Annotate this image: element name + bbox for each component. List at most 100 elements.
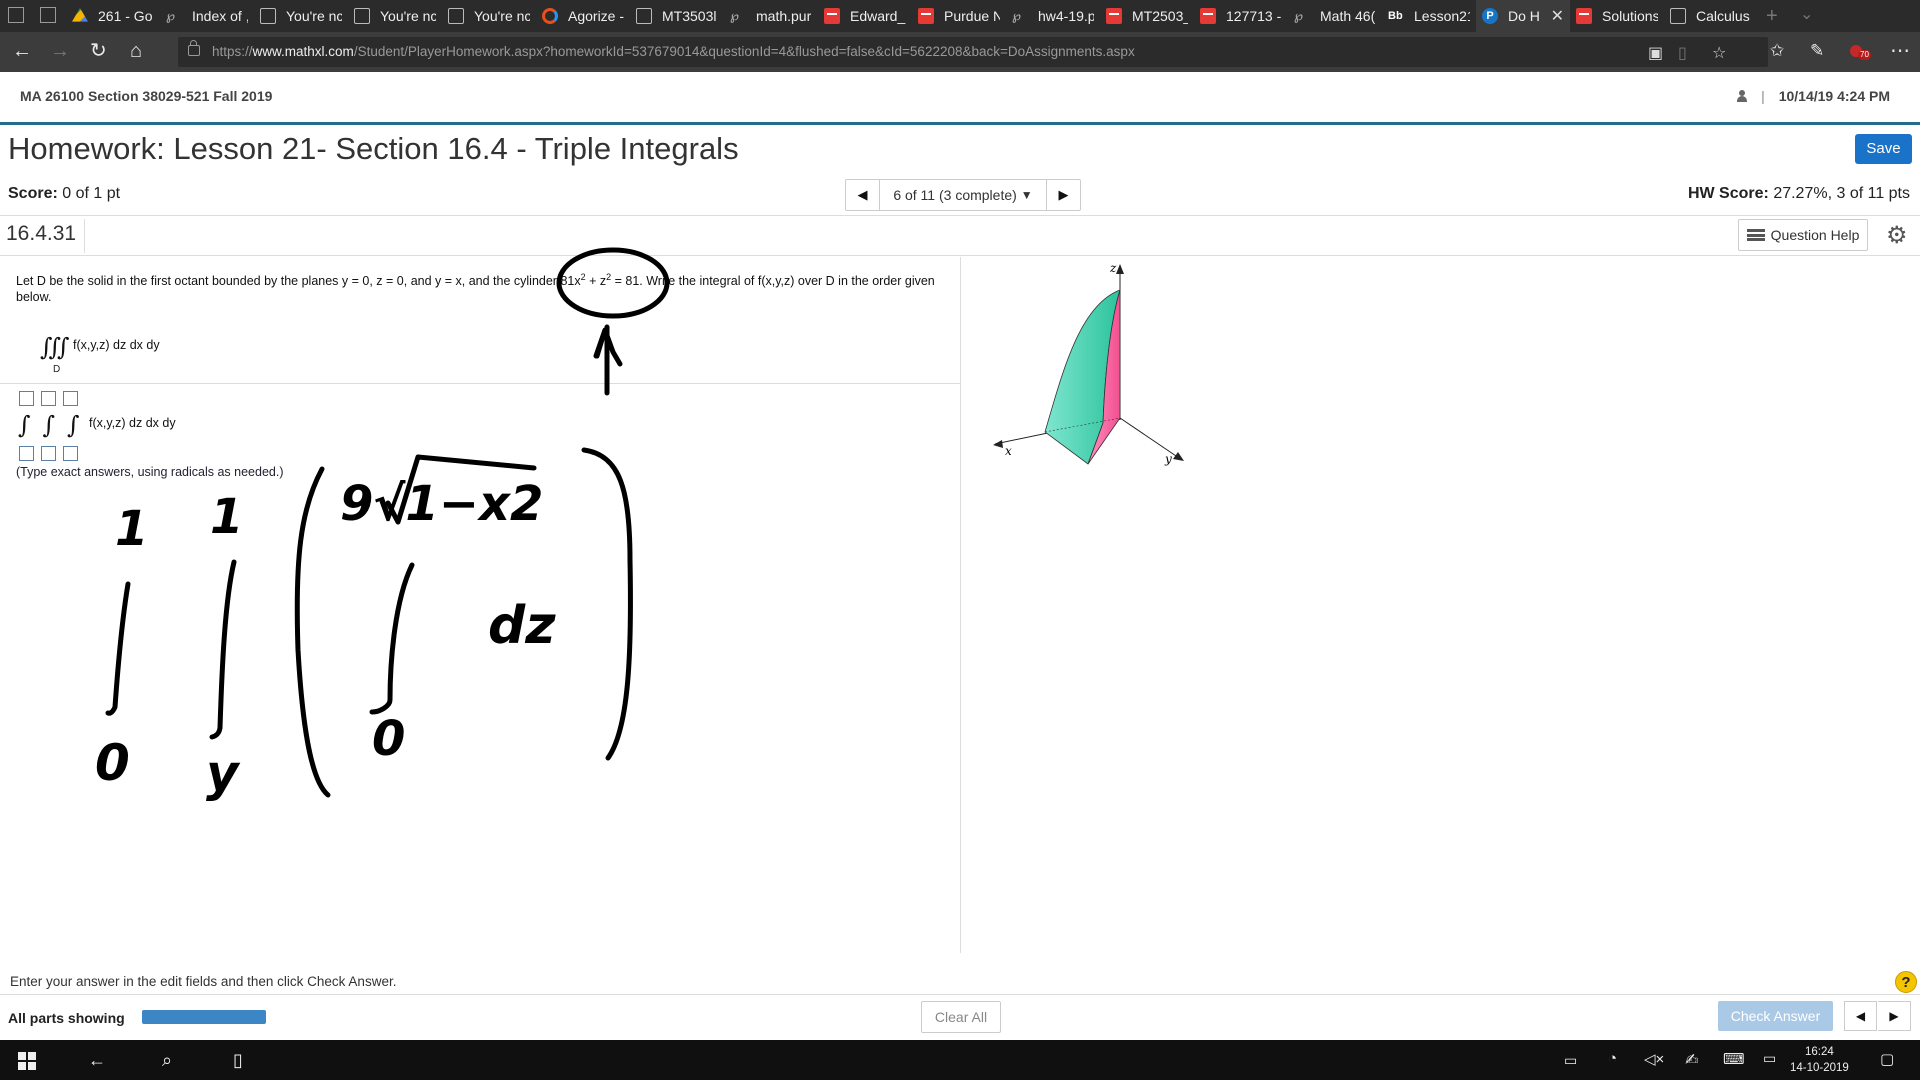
browser-tab[interactable]: MT3503l xyxy=(630,0,724,32)
browser-tab[interactable]: Bb Lesson21 xyxy=(1382,0,1476,32)
reader-icon[interactable]: ▣ xyxy=(1648,43,1663,63)
browser-tab[interactable]: 261 - Go xyxy=(66,0,160,32)
panel-divider xyxy=(960,257,961,953)
tab-title: Lesson21 xyxy=(1414,8,1470,24)
page-icon xyxy=(448,8,464,24)
previous-question-button[interactable]: ◀ xyxy=(846,180,880,210)
middle-upper-limit-field[interactable] xyxy=(41,391,56,406)
question-selector[interactable]: 6 of 11 (3 complete) ▼ xyxy=(880,180,1046,210)
ink-middle-integral-sign xyxy=(209,559,237,740)
favorites-hub-icon[interactable]: ✩ xyxy=(1770,40,1784,62)
refresh-button[interactable]: ↻ xyxy=(90,40,107,62)
solid-region-figure: z x y xyxy=(993,261,1184,466)
tab-title: Edward_I xyxy=(850,8,906,24)
inner-upper-limit-field[interactable] xyxy=(63,391,78,406)
tab-list: 261 - Go ℘ Index of , You're nc You're nc You… xyxy=(66,0,1758,32)
browser-tab[interactable]: ℘ math.pur xyxy=(724,0,818,32)
notification-badge: 70 xyxy=(1858,50,1871,60)
back-button[interactable]: ← xyxy=(12,40,32,62)
volume-muted-icon[interactable]: ◁× xyxy=(1644,1050,1664,1068)
pdf-icon xyxy=(1200,8,1216,24)
task-view-icon[interactable]: ▯ xyxy=(233,1050,243,1071)
jupyter-icon: ℘ xyxy=(1012,8,1022,23)
page-icon xyxy=(354,8,370,24)
new-tab-button[interactable]: + xyxy=(1766,5,1778,28)
check-answer-button[interactable]: Check Answer xyxy=(1718,1001,1833,1031)
inner-lower-limit-field[interactable] xyxy=(63,446,78,461)
pen-notes-icon[interactable]: ✎ xyxy=(1810,40,1824,62)
browser-tab[interactable]: ℘ Index of , xyxy=(160,0,254,32)
next-question-button[interactable]: ▶ xyxy=(1046,180,1080,210)
answer-integral: ∫∫∫ f(x,y,z) dz dx dy xyxy=(18,411,182,439)
forward-button[interactable]: → xyxy=(50,40,70,62)
taskbar-clock[interactable]: 16:24 14-10-2019 xyxy=(1790,1044,1849,1076)
browser-tab[interactable]: You're nc xyxy=(254,0,348,32)
extension-icon[interactable]: 70 xyxy=(1850,40,1871,62)
clear-all-button[interactable]: Clear All xyxy=(921,1001,1001,1033)
favorite-star-icon[interactable]: ☆ xyxy=(1712,43,1726,63)
browser-tab[interactable]: Calculus xyxy=(1664,0,1758,32)
windows-start-icon[interactable] xyxy=(18,1052,36,1070)
agorize-icon xyxy=(542,8,558,24)
reading-view-icon[interactable]: ▯ xyxy=(1678,43,1687,63)
taskbar-back-icon[interactable]: ← xyxy=(88,1050,106,1071)
outer-lower-limit-field[interactable] xyxy=(19,446,34,461)
browser-tab[interactable]: You're nc xyxy=(442,0,536,32)
address-bar[interactable]: https://www.mathxl.com/Student/PlayerHom… xyxy=(178,37,1768,67)
tab-title: math.pur xyxy=(756,8,812,24)
browser-tab[interactable]: Solutions xyxy=(1570,0,1664,32)
homework-score: HW Score: 27.27%, 3 of 11 pts xyxy=(1688,185,1910,203)
question-help-button[interactable]: Question Help xyxy=(1738,219,1868,251)
tab-title: Math 46( xyxy=(1320,8,1376,24)
divider xyxy=(0,215,1920,216)
footer-previous-button[interactable]: ◀ xyxy=(1844,1001,1877,1031)
tab-title: MT2503_ xyxy=(1132,8,1188,24)
help-icon[interactable]: ? xyxy=(1895,971,1917,993)
tab-actions-icon[interactable] xyxy=(8,7,24,23)
browser-tab[interactable]: 127713 - xyxy=(1194,0,1288,32)
integral-symbols: ∫∫∫ xyxy=(18,411,92,439)
tab-title: You're nc xyxy=(286,8,342,24)
tab-preview-chevron-icon[interactable]: ⌄ xyxy=(1800,4,1813,24)
clock-time: 16:24 xyxy=(1805,1046,1834,1058)
search-icon[interactable]: ⌕ xyxy=(162,1050,172,1071)
tab-title: You're nc xyxy=(380,8,436,24)
middle-lower-limit-field[interactable] xyxy=(41,446,56,461)
home-button[interactable]: ⌂ xyxy=(130,40,142,62)
user-icon[interactable] xyxy=(1737,90,1748,102)
ink-radical-sign xyxy=(385,454,537,525)
keyboard-icon[interactable]: ⌨ xyxy=(1723,1050,1745,1068)
notifications-icon[interactable]: ▢ xyxy=(1880,1050,1894,1068)
close-tab-icon[interactable]: ✕ xyxy=(1545,6,1564,26)
ink-outer-upper-limit: 1 xyxy=(115,501,148,557)
more-menu-icon[interactable]: ⋯ xyxy=(1890,40,1910,62)
divider xyxy=(0,383,960,384)
pdf-icon xyxy=(1576,8,1592,24)
battery-icon[interactable]: ▭ xyxy=(1564,1052,1577,1069)
url-text[interactable]: https://www.mathxl.com/Student/PlayerHom… xyxy=(212,44,1135,59)
browser-tab[interactable]: ℘ hw4-19.p xyxy=(1006,0,1100,32)
footer-next-button[interactable]: ▶ xyxy=(1878,1001,1911,1031)
wifi-icon[interactable]: ◔ xyxy=(1608,1050,1617,1067)
display-icon[interactable]: ▭ xyxy=(1763,1050,1776,1067)
ink-inner-lower-limit: 0 xyxy=(372,711,405,767)
question-text: Let D be the solid in the first octant b… xyxy=(16,272,935,305)
outer-upper-limit-field[interactable] xyxy=(19,391,34,406)
browser-tab[interactable]: Purdue N xyxy=(912,0,1006,32)
browser-tab[interactable]: P Do H ✕ xyxy=(1476,0,1570,32)
ink-inner-integral-sign xyxy=(369,562,415,715)
hw-score-value: 27.27%, 3 of 11 pts xyxy=(1773,185,1910,202)
browser-tab[interactable]: Agorize - xyxy=(536,0,630,32)
browser-tab[interactable]: Edward_I xyxy=(818,0,912,32)
jupyter-icon: ℘ xyxy=(730,8,740,23)
user-area: | 10/14/19 4:24 PM xyxy=(1737,88,1890,104)
browser-tab[interactable]: MT2503_ xyxy=(1100,0,1194,32)
browser-tab[interactable]: You're nc xyxy=(348,0,442,32)
current-datetime: 10/14/19 4:24 PM xyxy=(1778,88,1890,104)
pen-workspace-icon[interactable]: ✍ xyxy=(1685,1050,1698,1070)
tab-title: Index of , xyxy=(192,8,248,24)
tabs-aside-icon[interactable] xyxy=(40,7,56,23)
browser-tab[interactable]: ℘ Math 46( xyxy=(1288,0,1382,32)
gear-icon[interactable]: ⚙ xyxy=(1886,221,1908,250)
save-button[interactable]: Save xyxy=(1855,134,1912,164)
